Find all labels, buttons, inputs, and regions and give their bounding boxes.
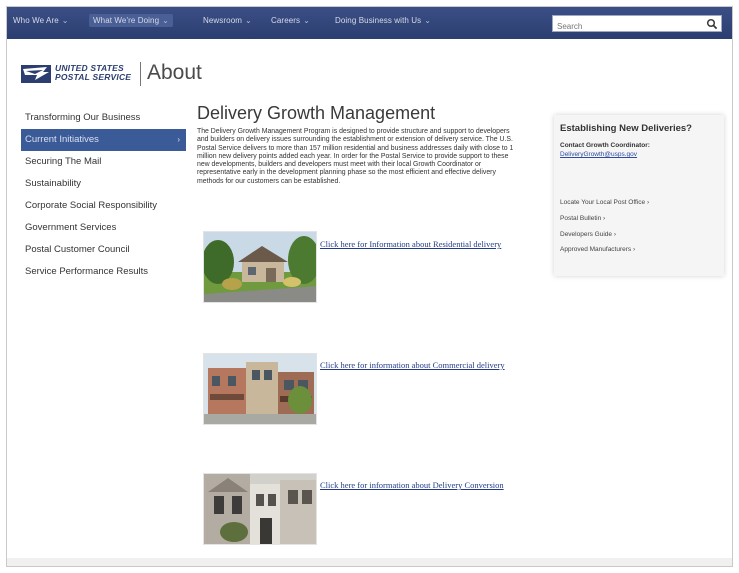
commercial-link[interactable]: Click here for information about Commerc… bbox=[320, 360, 520, 371]
sidebar-item-csr[interactable]: Corporate Social Responsibility bbox=[21, 195, 186, 217]
conversion-photo[interactable] bbox=[203, 473, 317, 545]
nav-label: Newsroom bbox=[203, 16, 243, 25]
nav-who-we-are[interactable]: Who We Are ⌄ bbox=[13, 16, 69, 25]
chevron-down-icon: ⌄ bbox=[61, 16, 69, 25]
commercial-photo[interactable] bbox=[203, 353, 317, 425]
sidebar-item-transforming[interactable]: Transforming Our Business bbox=[21, 107, 186, 129]
postal-bulletin-link[interactable]: Postal Bulletin › bbox=[560, 215, 605, 222]
sidebar-nav: Transforming Our Business Current Initia… bbox=[21, 107, 186, 283]
locate-post-office-link[interactable]: Locate Your Local Post Office › bbox=[560, 199, 649, 206]
nav-label: Careers bbox=[271, 16, 301, 25]
search-input[interactable] bbox=[553, 19, 693, 34]
approved-manufacturers-link[interactable]: Approved Manufacturers › bbox=[560, 246, 635, 253]
residential-link[interactable]: Click here for Information about Residen… bbox=[320, 239, 520, 250]
nav-newsroom[interactable]: Newsroom ⌄ bbox=[203, 16, 252, 25]
header-divider bbox=[140, 62, 141, 86]
intro-paragraph: The Delivery Growth Management Program i… bbox=[197, 128, 514, 185]
nav-what-were-doing[interactable]: What We're Doing ⌄ bbox=[89, 14, 173, 27]
nav-doing-business[interactable]: Doing Business with Us ⌄ bbox=[335, 16, 431, 25]
section-title: About bbox=[147, 61, 202, 84]
chevron-right-icon: › bbox=[177, 135, 180, 144]
nav-careers[interactable]: Careers ⌄ bbox=[271, 16, 310, 25]
contact-email-link[interactable]: DeliveryGrowth@usps.gov bbox=[560, 151, 637, 158]
search-icon[interactable] bbox=[706, 18, 718, 30]
contact-label: Contact Growth Coordinator: bbox=[560, 142, 650, 149]
box-title: Establishing New Deliveries? bbox=[560, 123, 692, 134]
sidebar-item-sustainability[interactable]: Sustainability bbox=[21, 173, 186, 195]
chevron-down-icon: ⌄ bbox=[245, 16, 252, 25]
sidebar-item-postal-customer-council[interactable]: Postal Customer Council bbox=[21, 239, 186, 261]
nav-label: Who We Are bbox=[13, 16, 59, 25]
usps-eagle-logo[interactable] bbox=[21, 63, 51, 85]
sidebar-item-securing-the-mail[interactable]: Securing The Mail bbox=[21, 151, 186, 173]
brand-line-2: POSTAL SERVICE bbox=[55, 72, 132, 82]
top-nav: Who We Are ⌄ What We're Doing ⌄ Newsroom ⌄ … bbox=[7, 7, 732, 39]
chevron-down-icon: ⌄ bbox=[424, 16, 432, 25]
conversion-link[interactable]: Click here for information about Deliver… bbox=[320, 480, 520, 491]
sidebar-item-service-performance[interactable]: Service Performance Results bbox=[21, 261, 186, 283]
nav-label: Doing Business with Us bbox=[335, 16, 422, 25]
brand-wordmark[interactable]: UNITED STATES POSTAL SERVICE bbox=[55, 64, 131, 82]
sidebar-item-label: Current Initiatives bbox=[25, 134, 99, 145]
search-box bbox=[552, 15, 722, 34]
chevron-down-icon: ⌄ bbox=[303, 16, 310, 25]
residential-photo[interactable] bbox=[203, 231, 317, 303]
sidebar-item-government-services[interactable]: Government Services bbox=[21, 217, 186, 239]
sidebar-item-current-initiatives[interactable]: Current Initiatives › bbox=[21, 129, 186, 151]
new-deliveries-box: Establishing New Deliveries? Contact Gro… bbox=[554, 115, 724, 276]
footer-edge bbox=[7, 558, 732, 566]
page-title: Delivery Growth Management bbox=[197, 103, 436, 123]
developers-guide-link[interactable]: Developers Guide › bbox=[560, 231, 616, 238]
nav-label: What We're Doing bbox=[93, 16, 160, 25]
page-frame: Who We Are ⌄ What We're Doing ⌄ Newsroom ⌄ … bbox=[6, 6, 733, 567]
chevron-down-icon: ⌄ bbox=[162, 16, 169, 25]
